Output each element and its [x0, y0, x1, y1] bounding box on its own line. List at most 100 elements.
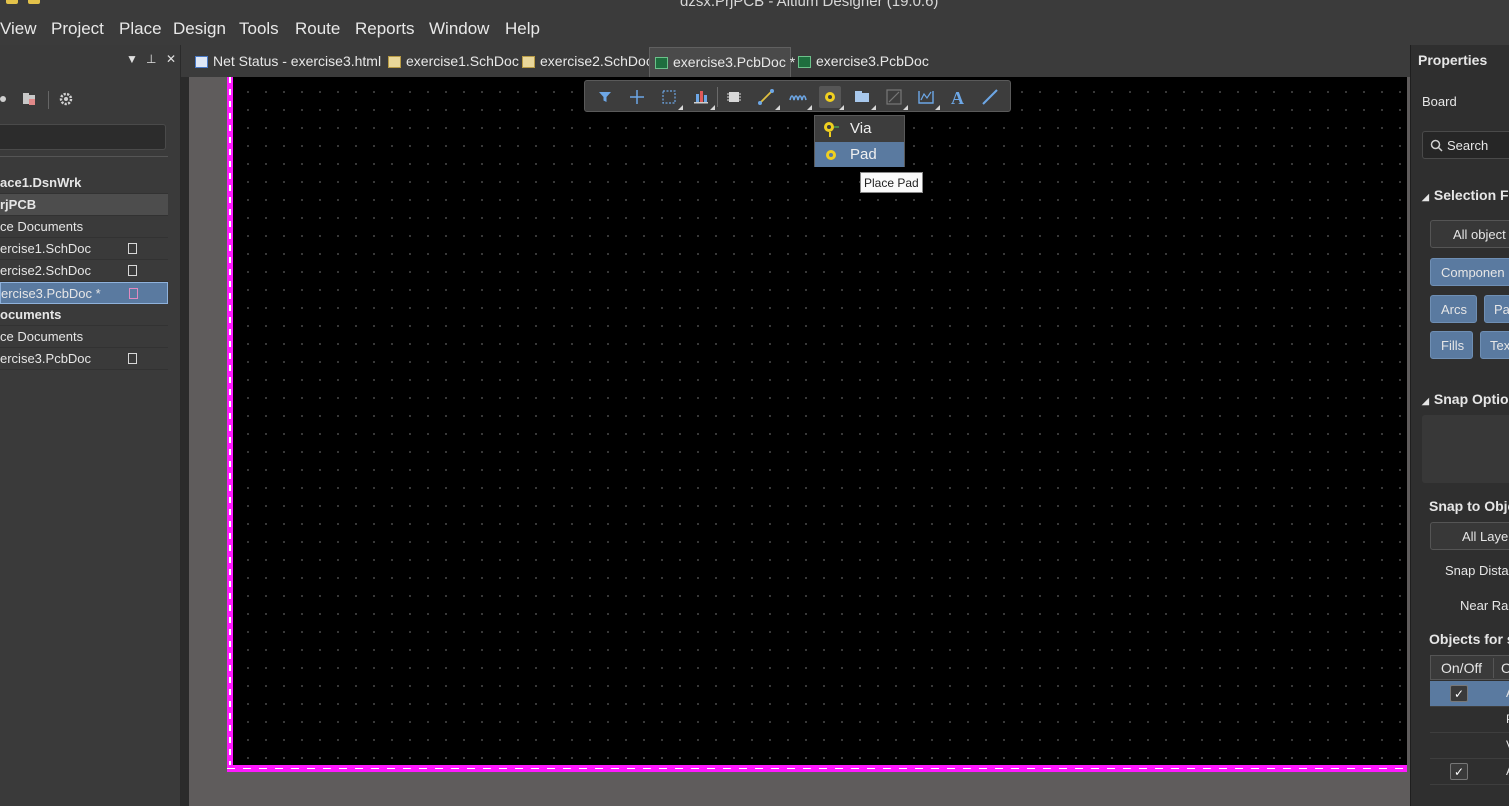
dimension-icon	[918, 91, 934, 104]
gear-icon[interactable]	[59, 92, 73, 106]
graphic-button[interactable]	[883, 86, 908, 110]
arcs-filter-button[interactable]: Arcs	[1430, 295, 1477, 323]
align-button[interactable]	[690, 86, 715, 110]
menu-item-pad[interactable]: Pad	[815, 142, 904, 167]
menu-help[interactable]: Help	[505, 19, 540, 39]
tree-item-workspace[interactable]: ace1.DsnWrk	[0, 172, 168, 194]
projects-search-input[interactable]	[0, 124, 166, 150]
properties-object-type: Board	[1422, 94, 1457, 109]
menu-place[interactable]: Place	[119, 19, 162, 39]
section-snap-options[interactable]: ◢ Snap Optio	[1422, 391, 1509, 407]
pin-icon[interactable]: ⊥	[146, 52, 156, 66]
schematic-doc-icon	[522, 56, 535, 68]
component-button[interactable]	[723, 86, 745, 108]
line-button[interactable]	[979, 86, 1001, 108]
tree-item-label: ercise3.PcbDoc	[0, 351, 92, 366]
tab-label: exercise2.SchDoc	[540, 53, 653, 69]
dropdown-indicator	[839, 105, 844, 110]
html-doc-icon	[195, 56, 208, 68]
toolbar-divider	[717, 87, 718, 107]
button-label: Pa	[1494, 302, 1509, 317]
tree-item-label: ercise3.PcbDoc *	[1, 286, 101, 301]
menu-window[interactable]: Window	[429, 19, 489, 39]
tree-item-exercise1-schdoc[interactable]: ercise1.SchDoc	[0, 238, 168, 260]
tree-item-label: ce Documents	[0, 329, 84, 344]
snap-grid-options-box[interactable]	[1422, 415, 1509, 483]
dropdown-indicator	[871, 105, 876, 110]
texts-filter-button[interactable]: Tex	[1480, 331, 1509, 359]
select-button[interactable]	[658, 86, 683, 110]
menu-item-via[interactable]: Via	[815, 116, 904, 141]
menu-tools[interactable]: Tools	[239, 19, 279, 39]
dimension-button[interactable]	[915, 86, 940, 110]
tree-item-project[interactable]: rjPCB	[0, 194, 168, 216]
open-folder-icon[interactable]	[22, 92, 36, 106]
menu-bar: View Project Place Design Tools Route Re…	[0, 12, 1509, 45]
route-button[interactable]	[755, 86, 780, 110]
properties-search-input[interactable]: Search	[1422, 131, 1509, 159]
tree-item-label: ercise2.SchDoc	[0, 263, 92, 278]
string-text-icon: A	[951, 88, 964, 108]
filter-icon	[599, 92, 611, 102]
filter-button[interactable]	[594, 86, 616, 108]
tree-item-source-documents-free[interactable]: ce Documents	[0, 326, 168, 348]
region-button[interactable]	[851, 86, 876, 110]
board-outline-bottom	[227, 765, 1407, 772]
column-header-on-off: On/Off	[1441, 660, 1482, 676]
menu-project[interactable]: Project	[51, 19, 104, 39]
tab-exercise3-pcbdoc-active[interactable]: exercise3.PcbDoc *	[649, 47, 795, 77]
column-divider	[1493, 658, 1494, 678]
refresh-icon[interactable]	[0, 92, 14, 106]
search-icon	[1430, 139, 1443, 152]
tree-item-exercise3-pcbdoc-modified[interactable]: ercise3.PcbDoc *	[0, 282, 168, 304]
document-icon	[128, 265, 137, 276]
place-pad-via-button[interactable]	[819, 86, 844, 110]
tree-item-source-documents[interactable]: ce Documents	[0, 216, 168, 238]
all-layers-button[interactable]: All Laye	[1430, 522, 1509, 550]
string-button[interactable]: A	[947, 86, 969, 108]
window-title: dzsx.PrjPCB - Altium Designer (19.0.6)	[680, 0, 939, 10]
menu-route[interactable]: Route	[295, 19, 340, 39]
components-filter-button[interactable]: Componen	[1430, 258, 1509, 286]
menu-reports[interactable]: Reports	[355, 19, 415, 39]
tree-item-free-documents[interactable]: ocuments	[0, 304, 168, 326]
properties-panel: Properties Board Search ◢ Selection Fi Al…	[1410, 45, 1509, 806]
table-row[interactable]: P	[1430, 707, 1509, 733]
tree-item-exercise3-pcbdoc[interactable]: ercise3.PcbDoc	[0, 348, 168, 370]
pads-filter-button[interactable]: Pa	[1484, 295, 1509, 323]
chevron-down-icon[interactable]: ▼	[126, 52, 138, 66]
table-row[interactable]: ✓ A	[1430, 681, 1509, 707]
tune-length-button[interactable]	[787, 86, 812, 110]
button-label: All Laye	[1462, 529, 1509, 544]
snap-grid	[235, 77, 1407, 763]
svg-text:A: A	[951, 88, 964, 108]
via-icon	[824, 122, 839, 137]
button-label: All object	[1453, 227, 1506, 242]
tab-exercise3-pcbdoc[interactable]: exercise3.PcbDoc	[798, 47, 929, 77]
dropdown-indicator	[775, 105, 780, 110]
tab-net-status[interactable]: Net Status - exercise3.html	[195, 47, 381, 77]
crosshair-button[interactable]	[626, 86, 648, 108]
board-outline-left	[227, 77, 233, 772]
close-icon[interactable]: ✕	[166, 52, 176, 66]
tab-label: exercise3.PcbDoc *	[673, 54, 796, 70]
menu-design[interactable]: Design	[173, 19, 226, 39]
tab-exercise1-schdoc[interactable]: exercise1.SchDoc	[388, 47, 519, 77]
section-selection-filter[interactable]: ◢ Selection Fi	[1422, 187, 1509, 203]
tree-item-exercise2-schdoc[interactable]: ercise2.SchDoc	[0, 260, 168, 282]
panel-header: ▼ ⊥ ✕	[0, 45, 181, 75]
fills-filter-button[interactable]: Fills	[1430, 331, 1473, 359]
table-row[interactable]: V	[1430, 733, 1509, 759]
tune-length-icon	[789, 95, 807, 101]
all-objects-button[interactable]: All object	[1430, 220, 1509, 248]
checkbox[interactable]: ✓	[1450, 763, 1468, 780]
table-row[interactable]: ✓ A	[1430, 759, 1509, 785]
menu-item-label: Pad	[850, 146, 877, 163]
document-tabs: Net Status - exercise3.html exercise1.Sc…	[181, 45, 1410, 77]
tab-exercise2-schdoc[interactable]: exercise2.SchDoc	[522, 47, 653, 77]
section-label: Selection Fi	[1433, 187, 1509, 203]
checkbox[interactable]: ✓	[1450, 685, 1468, 702]
near-range-label: Near Ra	[1460, 598, 1509, 613]
dropdown-indicator	[935, 105, 940, 110]
menu-view[interactable]: View	[0, 19, 37, 39]
